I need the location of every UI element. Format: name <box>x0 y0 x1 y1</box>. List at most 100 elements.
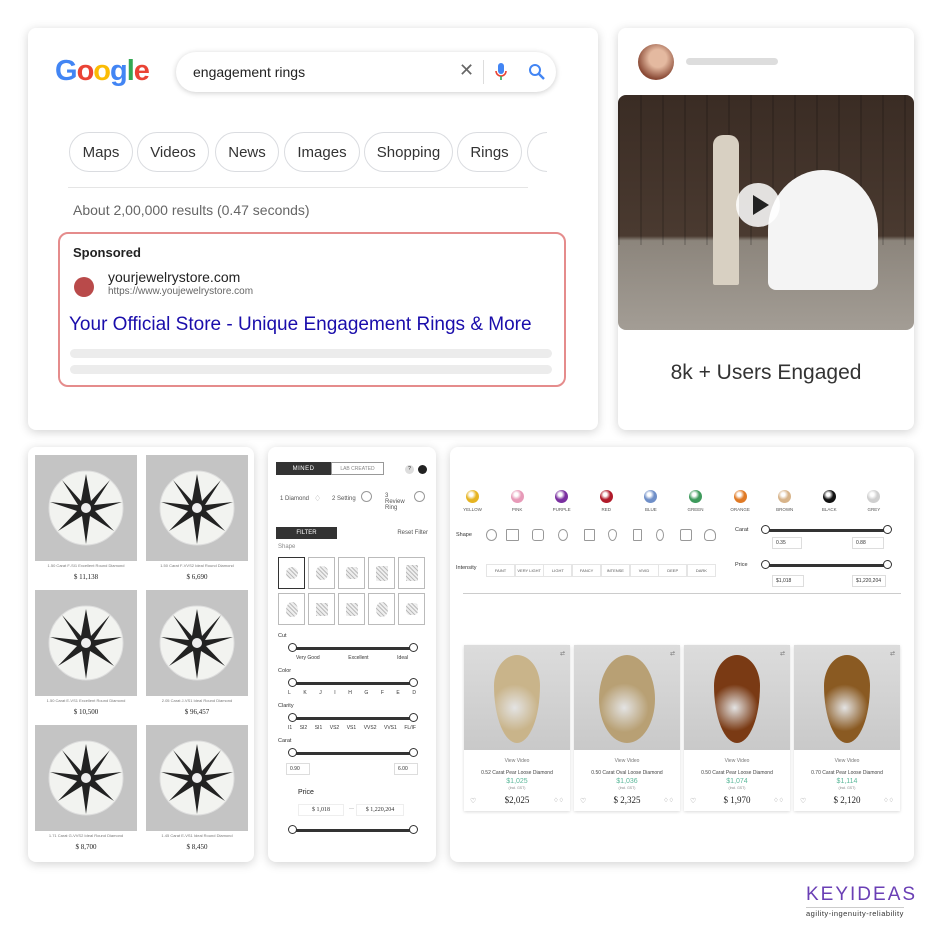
heart-icon[interactable]: ♡ <box>690 797 696 805</box>
color-label[interactable]: PURPLE <box>543 507 580 512</box>
slider-handle[interactable] <box>409 713 418 722</box>
view-video-link[interactable]: View Video <box>794 758 900 764</box>
reset-filter-link[interactable]: Reset Filter <box>397 530 428 536</box>
view-video-link[interactable]: View Video <box>574 758 680 764</box>
ring-compare-icon[interactable]: ♢♢ <box>553 797 564 804</box>
play-button[interactable] <box>736 183 780 227</box>
product-title[interactable]: 0.70 Carat Pear Loose Diamond <box>794 770 900 776</box>
cut-slider[interactable] <box>288 643 418 652</box>
color-slider[interactable] <box>288 678 418 687</box>
shape-option[interactable] <box>278 593 305 625</box>
carat-slider[interactable] <box>288 748 418 757</box>
color-pink-swatch[interactable] <box>510 490 524 503</box>
slider-handle[interactable] <box>288 825 297 834</box>
intensity-intense[interactable]: INTENSE <box>600 564 630 577</box>
carat-min-input[interactable]: 0.90 <box>286 763 310 775</box>
slider-handle[interactable] <box>761 560 770 569</box>
slider-handle[interactable] <box>761 525 770 534</box>
color-blue-swatch[interactable] <box>644 490 658 503</box>
shape-option-icon[interactable] <box>532 529 544 541</box>
color-label[interactable]: BLACK <box>811 507 848 512</box>
diamond-title[interactable]: 1.50 Carat F-VVS2 Ideal Round Diamond <box>146 563 248 568</box>
shape-option-icon[interactable] <box>680 529 692 541</box>
slider-handle[interactable] <box>288 643 297 652</box>
ring-compare-icon[interactable]: ♢♢ <box>883 797 894 804</box>
carat-slider[interactable] <box>761 525 892 534</box>
diamond-title[interactable]: 1.50 Carat E-VS1 Excellent Round Diamond <box>35 698 137 703</box>
color-label[interactable]: BROWN <box>766 507 803 512</box>
slider-handle[interactable] <box>409 643 418 652</box>
color-red-swatch[interactable] <box>599 490 613 503</box>
step-diamond[interactable]: 1 Diamond <box>280 496 309 502</box>
intensity-dark[interactable]: DARK <box>686 564 716 577</box>
price-min-input[interactable]: $1,018 <box>772 575 804 587</box>
video-player[interactable] <box>618 95 914 330</box>
slider-handle[interactable] <box>883 560 892 569</box>
slider-handle[interactable] <box>409 825 418 834</box>
slider-handle[interactable] <box>288 713 297 722</box>
product-image[interactable]: ⇄ <box>794 645 900 750</box>
microphone-icon[interactable] <box>494 62 508 82</box>
shape-option[interactable] <box>338 557 365 589</box>
shape-option-icon[interactable] <box>486 529 497 541</box>
product-title[interactable]: 0.50 Carat Pear Loose Diamond <box>684 770 790 776</box>
carat-max-input[interactable]: 0.88 <box>852 537 884 549</box>
diamond-image[interactable] <box>35 455 137 561</box>
tab-news[interactable]: News <box>215 132 279 172</box>
step-setting[interactable]: 2 Setting <box>332 496 356 502</box>
intensity-deep[interactable]: DEEP <box>658 564 688 577</box>
compare-icon[interactable]: ⇄ <box>780 650 785 657</box>
diamond-image[interactable] <box>146 590 248 696</box>
product-card[interactable]: ⇄ View Video 0.70 Carat Pear Loose Diamond… <box>794 645 900 811</box>
price-slider[interactable] <box>761 560 892 569</box>
slider-handle[interactable] <box>288 678 297 687</box>
color-purple-swatch[interactable] <box>555 490 569 503</box>
carat-max-input[interactable]: 6.00 <box>394 763 418 775</box>
product-image[interactable]: ⇄ <box>574 645 680 750</box>
slider-handle[interactable] <box>883 525 892 534</box>
diamond-image[interactable] <box>146 455 248 561</box>
product-card[interactable]: ⇄ View Video 0.50 Carat Oval Loose Diamond… <box>574 645 680 811</box>
product-card[interactable]: ⇄ View Video 0.52 Carat Pear Loose Diamond… <box>464 645 570 811</box>
tab-videos[interactable]: Videos <box>137 132 209 172</box>
diamond-title[interactable]: 1.71 Carat G-VVS2 Ideal Round Diamond <box>35 833 137 838</box>
heart-icon[interactable]: ♡ <box>580 797 586 805</box>
intensity-light[interactable]: LIGHT <box>543 564 573 577</box>
diamond-title[interactable]: 1.50 Carat F-SI1 Excellent Round Diamond <box>35 563 137 568</box>
tab-shopping[interactable]: Shopping <box>364 132 453 172</box>
intensity-faint[interactable]: FAINT <box>486 564 515 577</box>
price-max-input[interactable]: $ 1,220,204 <box>356 804 404 816</box>
product-image[interactable]: ⇄ <box>684 645 790 750</box>
intensity-vivid[interactable]: VIVID <box>629 564 659 577</box>
view-video-link[interactable]: View Video <box>684 758 790 764</box>
compare-icon[interactable]: ⇄ <box>560 650 565 657</box>
color-label[interactable]: GREY <box>855 507 892 512</box>
shape-option-icon[interactable] <box>584 529 595 541</box>
color-orange-swatch[interactable] <box>733 490 747 503</box>
ad-domain[interactable]: yourjewelrystore.com <box>108 269 240 285</box>
shape-option-icon[interactable] <box>506 529 519 541</box>
heart-icon[interactable]: ♡ <box>800 797 806 805</box>
clarity-slider[interactable] <box>288 713 418 722</box>
compare-icon[interactable]: ⇄ <box>890 650 895 657</box>
tab-images[interactable]: Images <box>284 132 360 172</box>
color-grey-swatch[interactable] <box>867 490 881 503</box>
clear-icon[interactable]: ✕ <box>459 60 474 81</box>
compare-icon[interactable]: ⇄ <box>670 650 675 657</box>
shape-option-icon[interactable] <box>558 529 568 541</box>
slider-handle[interactable] <box>409 748 418 757</box>
diamond-title[interactable]: 1.45 Carat E-VS1 Ideal Round Diamond <box>146 833 248 838</box>
shape-option[interactable] <box>398 557 425 589</box>
shape-option-icon[interactable] <box>633 529 642 541</box>
shape-option[interactable] <box>308 557 335 589</box>
color-label[interactable]: RED <box>588 507 625 512</box>
sponsored-ad[interactable]: Sponsored yourjewelrystore.com https://w… <box>58 232 566 387</box>
ad-url[interactable]: https://www.youjewelrystore.com <box>108 286 253 297</box>
slider-handle[interactable] <box>288 748 297 757</box>
shape-option[interactable] <box>278 557 305 589</box>
color-green-swatch[interactable] <box>689 490 702 503</box>
help-icon[interactable]: ? <box>405 465 414 474</box>
color-label[interactable]: PINK <box>499 507 536 512</box>
shape-option[interactable] <box>368 557 395 589</box>
step-review-ring[interactable]: 3 Review Ring <box>385 493 409 511</box>
